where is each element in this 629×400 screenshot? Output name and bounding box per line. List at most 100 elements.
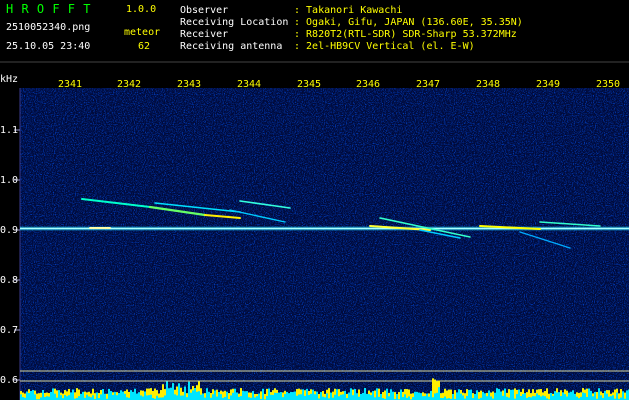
level-bar-peak — [296, 389, 298, 396]
level-bar-peak — [196, 385, 198, 392]
level-bar — [364, 388, 366, 400]
level-bar — [58, 390, 60, 400]
level-bar — [280, 392, 282, 400]
level-bar — [26, 391, 28, 400]
level-bar — [292, 392, 294, 400]
level-bar-peak — [432, 378, 434, 398]
level-bar-peak — [276, 389, 278, 394]
level-bar-peak — [490, 392, 492, 397]
level-bar — [390, 389, 392, 400]
level-bar-peak — [338, 389, 340, 397]
level-bar-peak — [140, 390, 142, 396]
level-bar-peak — [164, 389, 166, 396]
level-bar — [430, 390, 432, 400]
level-bar-peak — [198, 381, 200, 392]
level-bar — [138, 392, 140, 400]
level-bar-peak — [40, 392, 42, 398]
level-bar-peak — [388, 392, 390, 397]
level-bar-peak — [370, 392, 372, 396]
level-bar-peak — [564, 389, 566, 395]
level-bar — [252, 391, 254, 400]
level-bar-peak — [238, 393, 240, 397]
level-bar-peak — [454, 390, 456, 399]
level-bar — [344, 390, 346, 400]
level-bar — [400, 389, 402, 400]
level-bar-peak — [526, 392, 528, 398]
level-bar — [568, 392, 570, 400]
level-bar-peak — [532, 389, 534, 397]
level-bar — [312, 389, 314, 400]
level-bar — [42, 389, 44, 400]
level-bar-peak — [448, 389, 450, 399]
level-bar-peak — [600, 391, 602, 396]
level-bar-peak — [520, 391, 522, 397]
level-bar — [286, 391, 288, 400]
level-bar — [598, 388, 600, 400]
level-bar-peak — [66, 391, 68, 397]
level-bar-peak — [272, 390, 274, 395]
level-bar — [30, 391, 32, 400]
level-bar — [452, 393, 454, 400]
level-bar-peak — [384, 390, 386, 399]
level-bar-peak — [382, 392, 384, 399]
level-bar-peak — [314, 391, 316, 395]
level-bar-peak — [308, 391, 310, 395]
level-bar-peak — [230, 389, 232, 396]
level-bar — [320, 392, 322, 400]
x-tick-label: 2346 — [356, 79, 381, 90]
level-bar-peak — [394, 392, 396, 399]
level-bar-peak — [436, 381, 438, 393]
level-bar-peak — [98, 393, 100, 399]
x-tick-label: 2349 — [536, 79, 561, 90]
level-bar — [496, 388, 498, 400]
level-bar-peak — [540, 389, 542, 397]
level-bar — [120, 390, 122, 400]
capture-datetime: 25.10.05 23:40 — [6, 41, 91, 52]
level-bar-peak — [514, 388, 516, 399]
level-bar-peak — [522, 388, 524, 395]
app-title: H R O F F T — [6, 2, 91, 16]
level-bar-peak — [274, 388, 276, 393]
level-bar — [426, 393, 428, 400]
level-bar — [234, 388, 236, 400]
level-bar — [376, 388, 378, 400]
x-tick-label: 2342 — [117, 79, 142, 90]
x-tick-label: 2344 — [237, 79, 262, 90]
level-bar-peak — [22, 392, 24, 398]
level-bar — [354, 388, 356, 400]
level-bar — [316, 391, 318, 400]
level-bar-peak — [566, 390, 568, 397]
level-bar — [366, 393, 368, 400]
level-bar-peak — [402, 391, 404, 398]
level-bar — [242, 390, 244, 400]
y-tick-label: 0.6 — [0, 375, 19, 386]
level-bar-peak — [438, 380, 440, 388]
level-bar-peak — [508, 389, 510, 398]
antenna-label: Receiving antenna — [180, 41, 283, 52]
spectrogram-display — [0, 61, 629, 400]
x-tick-label: 2347 — [416, 79, 441, 90]
level-bar — [290, 392, 292, 400]
level-bar-peak — [334, 388, 336, 395]
level-bar — [194, 387, 196, 400]
level-bar — [594, 391, 596, 400]
level-bar — [414, 391, 416, 400]
level-bar-peak — [148, 388, 150, 396]
level-bar-peak — [150, 388, 152, 395]
level-bar-peak — [84, 391, 86, 398]
level-bar — [118, 393, 120, 400]
level-bar-peak — [340, 391, 342, 395]
level-bar — [206, 388, 208, 400]
level-bar — [574, 393, 576, 400]
level-bar — [114, 391, 116, 400]
level-bar-peak — [620, 389, 622, 398]
image-filename: 2510052340.png — [6, 22, 91, 33]
level-bar — [82, 391, 84, 400]
level-bar-peak — [428, 393, 430, 397]
level-bar-peak — [264, 393, 266, 400]
level-bar — [396, 393, 398, 400]
x-tick-label: 2348 — [476, 79, 501, 90]
level-bar-peak — [346, 393, 348, 399]
level-bar-peak — [582, 388, 584, 393]
level-bar-peak — [56, 390, 58, 398]
